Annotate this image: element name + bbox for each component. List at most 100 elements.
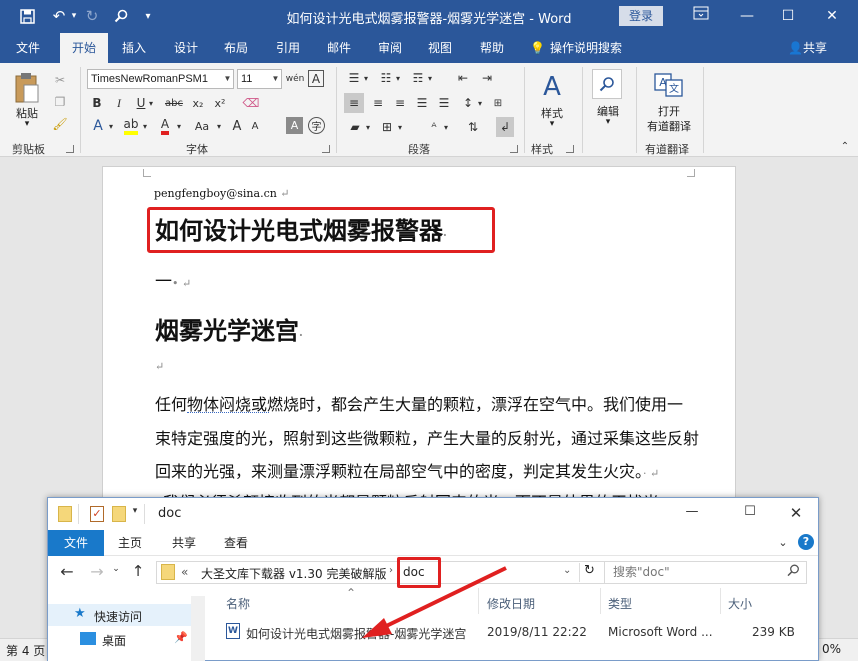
collapse-ribbon-icon[interactable]: ⌃: [838, 139, 852, 153]
properties-icon[interactable]: ✓: [90, 506, 104, 522]
minimize-icon[interactable]: —: [680, 504, 704, 524]
tab-view[interactable]: 视图: [420, 33, 460, 63]
text-effects-icon[interactable]: A: [90, 116, 106, 136]
font-launcher-icon[interactable]: [322, 145, 330, 153]
body-line[interactable]: 回来的光强，来测量漂浮颗粒在局部空气中的密度，判定其发生火灾。· ↵: [155, 458, 659, 482]
numbering-dropdown-icon[interactable]: ▾: [394, 69, 402, 87]
forward-icon[interactable]: →: [86, 562, 108, 582]
save-icon[interactable]: [16, 6, 38, 26]
page-indicator[interactable]: 第 4 页: [6, 642, 45, 659]
multilevel-list-dropdown-icon[interactable]: ▾: [426, 69, 434, 87]
decrease-indent-icon[interactable]: ⇤: [454, 69, 472, 87]
maximize-icon[interactable]: ☐: [776, 5, 800, 27]
column-header-name[interactable]: 名称: [226, 595, 250, 612]
tab-home[interactable]: 开始: [60, 33, 108, 63]
find-icon[interactable]: [592, 69, 622, 99]
copy-icon[interactable]: ❐: [50, 93, 70, 111]
author-email[interactable]: pengfengboy@sina.cn ↵: [154, 187, 290, 200]
align-left-icon[interactable]: ≡: [344, 93, 364, 113]
styles-dropdown-icon[interactable]: ▾: [532, 119, 572, 129]
chevron-down-icon[interactable]: ▼: [270, 70, 281, 88]
minimize-icon[interactable]: —: [735, 5, 759, 27]
font-name-combo[interactable]: TimesNewRomanPSM1 ▼: [87, 69, 234, 89]
grow-font-icon[interactable]: A: [230, 116, 244, 136]
tab-file[interactable]: 文件: [8, 33, 48, 63]
bullets-dropdown-icon[interactable]: ▾: [362, 69, 370, 87]
editing-dropdown-icon[interactable]: ▾: [588, 117, 628, 127]
change-case-icon[interactable]: Aa: [190, 116, 214, 136]
font-color-icon[interactable]: A: [156, 116, 174, 136]
phonetic-guide-icon[interactable]: wén: [286, 69, 305, 89]
tab-references[interactable]: 引用: [268, 33, 308, 63]
nav-item-desktop[interactable]: 桌面 📌: [48, 628, 191, 650]
undo-dropdown-icon[interactable]: ▾: [68, 6, 80, 26]
clear-formatting-icon[interactable]: ⌫: [240, 94, 262, 112]
expand-ribbon-icon[interactable]: ⌄: [776, 536, 790, 550]
align-center-icon[interactable]: ≡: [368, 93, 388, 113]
bold-icon[interactable]: B: [90, 94, 104, 112]
justify-icon[interactable]: ☰: [412, 93, 432, 113]
section-number[interactable]: 一• ↵: [155, 267, 191, 292]
underline-dropdown-icon[interactable]: ▾: [146, 94, 156, 112]
distributed-icon[interactable]: ☰: [434, 93, 454, 113]
shading-icon[interactable]: ▰: [346, 117, 364, 137]
document-subheading[interactable]: 烟雾光学迷宫·: [155, 311, 303, 346]
show-marks-icon[interactable]: ↲: [496, 117, 514, 137]
sign-in-button[interactable]: 登录: [619, 6, 663, 26]
up-icon[interactable]: ↑: [128, 562, 148, 582]
shrink-font-icon[interactable]: A: [248, 116, 262, 136]
search-icon[interactable]: [110, 6, 132, 26]
body-line[interactable]: 束特定强度的光，照射到这些微颗粒，产生大量的反射光，通过采集这些反射: [155, 425, 699, 449]
explorer-tab-file[interactable]: 文件: [48, 530, 104, 556]
styles-icon[interactable]: A: [534, 69, 570, 105]
tab-layout[interactable]: 布局: [216, 33, 256, 63]
nav-scrollbar[interactable]: [191, 596, 205, 661]
character-border-icon[interactable]: A: [308, 70, 324, 87]
ribbon-display-options-icon[interactable]: [689, 5, 713, 27]
nav-item-quick-access[interactable]: ★ 快速访问: [48, 604, 191, 626]
pin-icon[interactable]: 📌: [174, 631, 188, 644]
bullets-icon[interactable]: ☰: [344, 69, 364, 87]
chevron-down-icon[interactable]: ▼: [222, 70, 233, 88]
asian-layout-icon[interactable]: ᴬ: [424, 117, 444, 137]
align-right-icon[interactable]: ≡: [390, 93, 410, 113]
share-button[interactable]: 👤共享: [788, 33, 827, 63]
tab-mailings[interactable]: 邮件: [319, 33, 359, 63]
paragraph-launcher-icon[interactable]: [510, 145, 518, 153]
new-folder-icon[interactable]: [112, 506, 126, 522]
tell-me-search[interactable]: 💡 操作说明搜索: [530, 33, 622, 63]
help-icon[interactable]: ?: [798, 534, 814, 550]
subscript-icon[interactable]: x₂: [190, 94, 206, 112]
superscript-icon[interactable]: x²: [212, 94, 228, 112]
change-case-dropdown-icon[interactable]: ▾: [214, 116, 224, 136]
increase-indent-icon[interactable]: ⇥: [478, 69, 496, 87]
tab-design[interactable]: 设计: [166, 33, 206, 63]
line-spacing-dropdown-icon[interactable]: ▾: [476, 93, 484, 113]
address-dropdown-icon[interactable]: ⌄: [563, 565, 571, 576]
shading-dropdown-icon[interactable]: ▾: [364, 117, 372, 137]
search-input[interactable]: 搜索"doc": [604, 561, 807, 584]
character-shading-icon[interactable]: A: [286, 117, 303, 134]
paste-dropdown-icon[interactable]: ▾: [8, 119, 46, 129]
italic-icon[interactable]: I: [112, 94, 126, 112]
asian-layout-dropdown-icon[interactable]: ▾: [442, 117, 450, 137]
maximize-icon[interactable]: ☐: [738, 504, 762, 524]
format-painter-icon[interactable]: 🖌: [50, 115, 70, 133]
highlight-dropdown-icon[interactable]: ▾: [140, 116, 150, 136]
sort-icon[interactable]: ⇅: [464, 117, 482, 137]
zoom-level[interactable]: 0%: [822, 642, 841, 656]
customize-toolbar-icon[interactable]: ▾: [140, 6, 156, 26]
highlight-icon[interactable]: ab: [122, 116, 140, 136]
close-icon[interactable]: ✕: [784, 504, 808, 524]
tab-insert[interactable]: 插入: [114, 33, 154, 63]
font-size-combo[interactable]: 11 ▼: [237, 69, 282, 89]
customize-toolbar-icon[interactable]: ▾: [130, 506, 140, 522]
tab-help[interactable]: 帮助: [472, 33, 512, 63]
line-spacing-icon[interactable]: ↕: [458, 93, 478, 113]
breadcrumb-overflow[interactable]: «: [181, 565, 188, 579]
multilevel-list-icon[interactable]: ☶: [408, 69, 428, 87]
borders-icon[interactable]: ⊞: [378, 117, 396, 137]
youdao-open-label[interactable]: 打开: [640, 103, 698, 119]
clipboard-launcher-icon[interactable]: [66, 145, 74, 153]
explorer-tab-home[interactable]: 主页: [110, 530, 150, 556]
